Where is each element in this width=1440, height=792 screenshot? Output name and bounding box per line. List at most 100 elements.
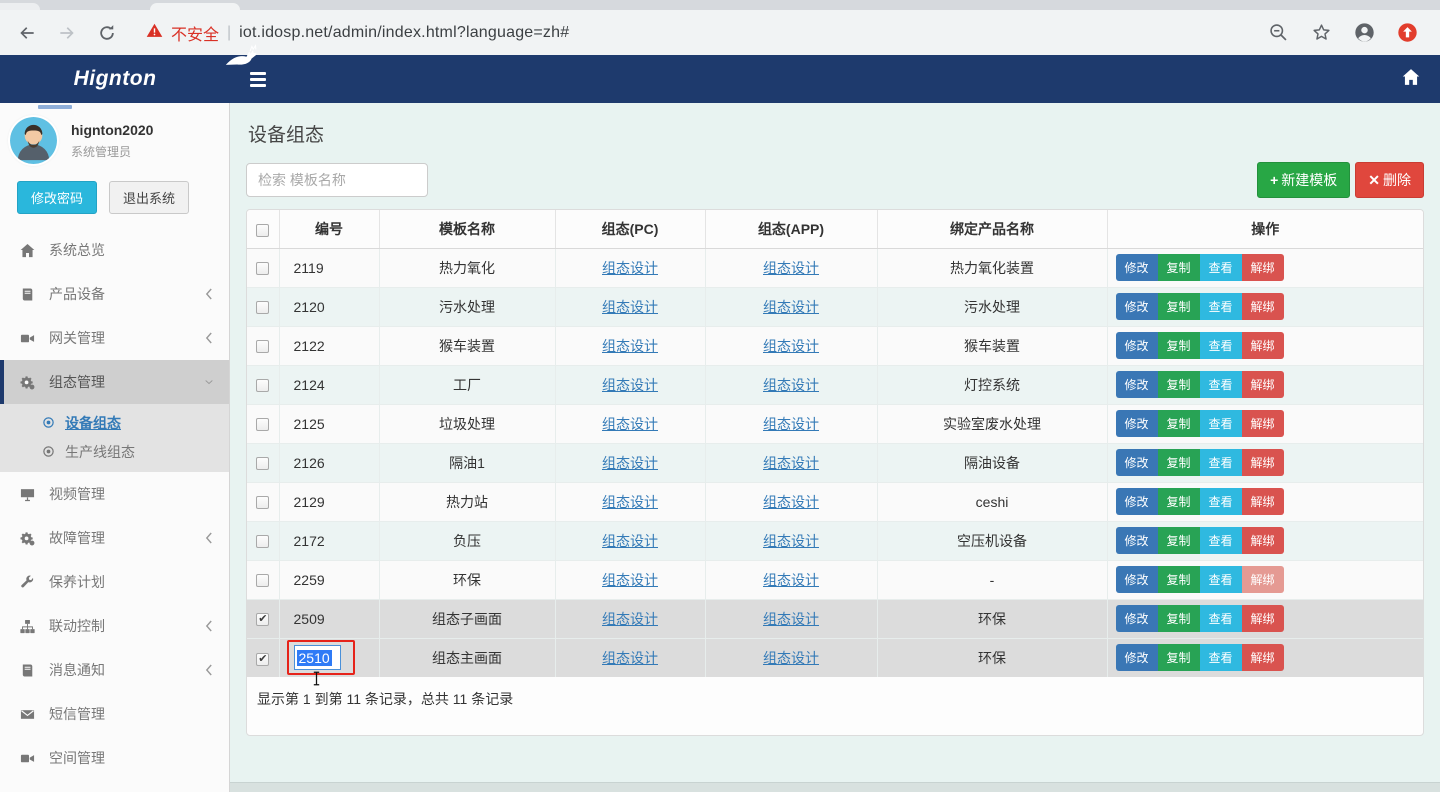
pc-design-link[interactable]: 组态设计 [602, 416, 658, 432]
action-unbind-button[interactable]: 解绑 [1242, 371, 1284, 398]
row-checkbox[interactable] [256, 496, 269, 509]
sidebar-subitem-production-config[interactable]: 生产线组态 [0, 437, 229, 466]
action-copy-button[interactable]: 复制 [1158, 605, 1200, 632]
action-copy-button[interactable]: 复制 [1158, 527, 1200, 554]
star-icon[interactable] [1311, 22, 1332, 43]
action-edit-button[interactable]: 修改 [1116, 644, 1158, 671]
action-edit-button[interactable]: 修改 [1116, 527, 1158, 554]
pc-design-link[interactable]: 组态设计 [602, 494, 658, 510]
action-unbind-button[interactable]: 解绑 [1242, 644, 1284, 671]
sidebar-item-fault[interactable]: 故障管理 [0, 516, 229, 560]
app-design-link[interactable]: 组态设计 [763, 572, 819, 588]
row-checkbox[interactable] [256, 613, 269, 626]
sidebar-item-maintenance[interactable]: 保养计划 [0, 560, 229, 604]
app-design-link[interactable]: 组态设计 [763, 260, 819, 276]
sidebar-item-video[interactable]: 视频管理 [0, 472, 229, 516]
hamburger-icon[interactable] [250, 72, 266, 87]
app-design-link[interactable]: 组态设计 [763, 533, 819, 549]
action-edit-button[interactable]: 修改 [1116, 605, 1158, 632]
action-edit-button[interactable]: 修改 [1116, 254, 1158, 281]
pc-design-link[interactable]: 组态设计 [602, 572, 658, 588]
zoom-out-icon[interactable] [1268, 22, 1289, 43]
action-unbind-button[interactable]: 解绑 [1242, 605, 1284, 632]
avatar[interactable] [10, 117, 57, 164]
row-checkbox[interactable] [256, 418, 269, 431]
action-view-button[interactable]: 查看 [1200, 527, 1242, 554]
address-bar[interactable]: 不安全 | iot.idosp.net/admin/index.html?lan… [146, 21, 1250, 45]
pc-design-link[interactable]: 组态设计 [602, 260, 658, 276]
row-checkbox[interactable] [256, 457, 269, 470]
select-all-checkbox[interactable] [256, 224, 269, 237]
action-edit-button[interactable]: 修改 [1116, 449, 1158, 476]
pc-design-link[interactable]: 组态设计 [602, 377, 658, 393]
action-unbind-button[interactable]: 解绑 [1242, 449, 1284, 476]
app-design-link[interactable]: 组态设计 [763, 338, 819, 354]
logo[interactable]: Hignton [0, 55, 230, 103]
action-view-button[interactable]: 查看 [1200, 332, 1242, 359]
sidebar-item-space[interactable]: 空间管理 [0, 736, 229, 780]
pc-design-link[interactable]: 组态设计 [602, 650, 658, 666]
action-copy-button[interactable]: 复制 [1158, 488, 1200, 515]
action-copy-button[interactable]: 复制 [1158, 644, 1200, 671]
pc-design-link[interactable]: 组态设计 [602, 299, 658, 315]
action-edit-button[interactable]: 修改 [1116, 566, 1158, 593]
action-view-button[interactable]: 查看 [1200, 254, 1242, 281]
app-design-link[interactable]: 组态设计 [763, 494, 819, 510]
row-checkbox[interactable] [256, 301, 269, 314]
sidebar-item-gateway[interactable]: 网关管理 [0, 316, 229, 360]
forward-icon[interactable] [56, 22, 78, 44]
action-unbind-button[interactable]: 解绑 [1242, 488, 1284, 515]
app-design-link[interactable]: 组态设计 [763, 416, 819, 432]
update-icon[interactable] [1397, 22, 1418, 43]
action-copy-button[interactable]: 复制 [1158, 371, 1200, 398]
warning-icon[interactable] [146, 22, 163, 44]
row-checkbox[interactable] [256, 574, 269, 587]
sidebar-item-linkage[interactable]: 联动控制 [0, 604, 229, 648]
app-design-link[interactable]: 组态设计 [763, 650, 819, 666]
sidebar-item-message[interactable]: 消息通知 [0, 648, 229, 692]
row-id-edit-input[interactable]: 2510 [294, 645, 341, 670]
action-edit-button[interactable]: 修改 [1116, 293, 1158, 320]
action-copy-button[interactable]: 复制 [1158, 254, 1200, 281]
action-edit-button[interactable]: 修改 [1116, 488, 1158, 515]
sidebar-item-products[interactable]: 产品设备 [0, 272, 229, 316]
action-unbind-button[interactable]: 解绑 [1242, 410, 1284, 437]
app-design-link[interactable]: 组态设计 [763, 377, 819, 393]
action-view-button[interactable]: 查看 [1200, 293, 1242, 320]
action-unbind-button[interactable]: 解绑 [1242, 254, 1284, 281]
action-unbind-button[interactable]: 解绑 [1242, 332, 1284, 359]
action-unbind-button[interactable]: 解绑 [1242, 293, 1284, 320]
action-view-button[interactable]: 查看 [1200, 488, 1242, 515]
row-checkbox[interactable] [256, 535, 269, 548]
action-view-button[interactable]: 查看 [1200, 644, 1242, 671]
pc-design-link[interactable]: 组态设计 [602, 455, 658, 471]
refresh-icon[interactable] [96, 22, 118, 44]
action-copy-button[interactable]: 复制 [1158, 332, 1200, 359]
action-view-button[interactable]: 查看 [1200, 449, 1242, 476]
action-view-button[interactable]: 查看 [1200, 605, 1242, 632]
pc-design-link[interactable]: 组态设计 [602, 611, 658, 627]
app-design-link[interactable]: 组态设计 [763, 455, 819, 471]
app-design-link[interactable]: 组态设计 [763, 299, 819, 315]
action-edit-button[interactable]: 修改 [1116, 371, 1158, 398]
pc-design-link[interactable]: 组态设计 [602, 338, 658, 354]
row-checkbox[interactable] [256, 653, 269, 666]
sidebar-item-overview[interactable]: 系统总览 [0, 228, 229, 272]
logout-button[interactable]: 退出系统 [109, 181, 189, 214]
row-checkbox[interactable] [256, 340, 269, 353]
pc-design-link[interactable]: 组态设计 [602, 533, 658, 549]
action-copy-button[interactable]: 复制 [1158, 410, 1200, 437]
search-input[interactable] [246, 163, 428, 197]
sidebar-item-config[interactable]: 组态管理 [0, 360, 229, 404]
action-view-button[interactable]: 查看 [1200, 566, 1242, 593]
action-copy-button[interactable]: 复制 [1158, 449, 1200, 476]
action-edit-button[interactable]: 修改 [1116, 410, 1158, 437]
sidebar-item-sms[interactable]: 短信管理 [0, 692, 229, 736]
profile-icon[interactable] [1354, 22, 1375, 43]
security-warning-label[interactable]: 不安全 [171, 21, 219, 45]
url-text[interactable]: iot.idosp.net/admin/index.html?language=… [239, 24, 569, 42]
row-checkbox[interactable] [256, 262, 269, 275]
row-checkbox[interactable] [256, 379, 269, 392]
app-design-link[interactable]: 组态设计 [763, 611, 819, 627]
action-copy-button[interactable]: 复制 [1158, 293, 1200, 320]
